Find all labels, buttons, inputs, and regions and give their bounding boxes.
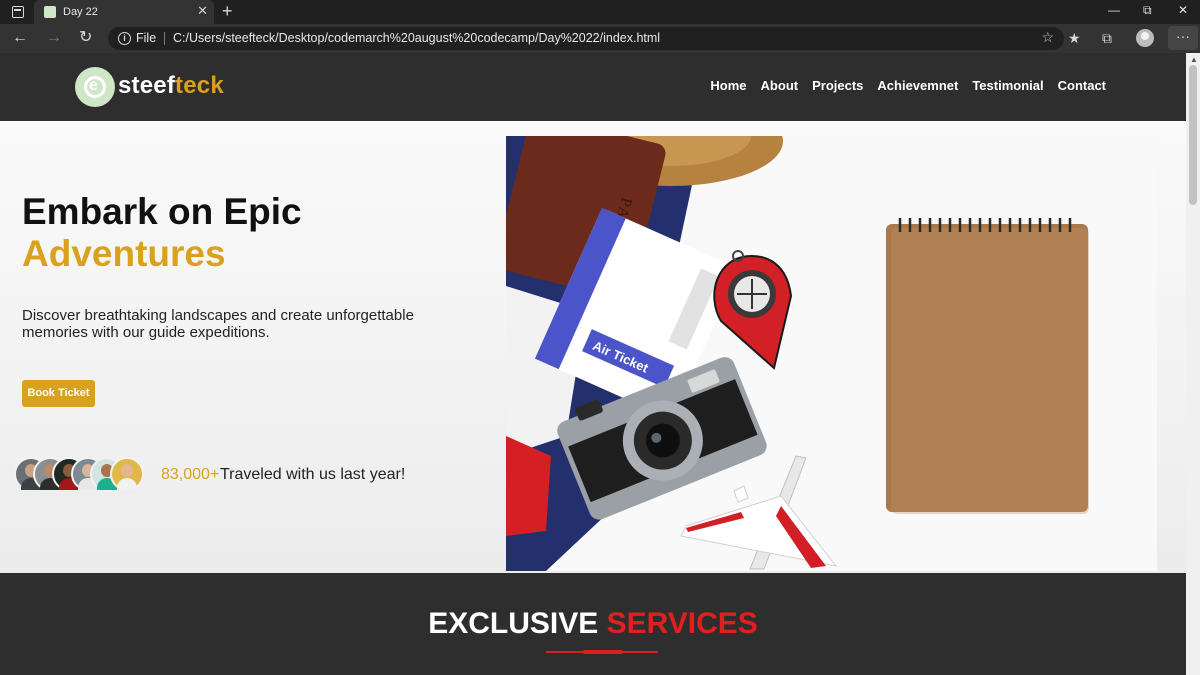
book-ticket-button[interactable]: Book Ticket	[22, 380, 95, 407]
nav-contact[interactable]: Contact	[1058, 78, 1106, 93]
main-nav: Home About Projects Achievemnet Testimon…	[710, 78, 1106, 93]
hero-title: Embark on Epic	[22, 191, 302, 232]
close-window-icon[interactable]: ✕	[1178, 3, 1188, 17]
hero-image: PASSPORT Air Ticket	[506, 136, 1157, 571]
avatar	[110, 457, 144, 491]
scroll-up-icon[interactable]: ▲	[1190, 55, 1198, 64]
hero-description: Discover breathtaking landscapes and cre…	[22, 307, 414, 341]
new-tab-button[interactable]: +	[222, 2, 233, 20]
services-divider-accent	[583, 650, 623, 654]
page-viewport: e steefteck Home About Projects Achievem…	[0, 53, 1186, 675]
logo-text-part2: teck	[175, 72, 224, 99]
info-icon[interactable]: i	[118, 32, 131, 45]
minimize-icon[interactable]: —	[1108, 3, 1120, 17]
forward-icon[interactable]: →	[46, 29, 62, 47]
hero-title-highlight: Adventures	[22, 233, 226, 274]
nav-about[interactable]: About	[761, 78, 799, 93]
browser-tabstrip: Day 22 ✕ + — ⧉ ✕	[0, 0, 1200, 24]
back-icon[interactable]: ←	[12, 29, 28, 47]
logo-text-part1: steef	[118, 72, 176, 99]
nav-achievement[interactable]: Achievemnet	[877, 78, 958, 93]
tab-favicon-icon	[44, 6, 56, 18]
logo-icon[interactable]: e	[75, 67, 115, 107]
url-separator	[164, 32, 165, 45]
page-scrollbar[interactable]: ▲	[1186, 53, 1200, 675]
refresh-icon[interactable]: ↻	[79, 29, 92, 47]
nav-home[interactable]: Home	[710, 78, 746, 93]
services-section: EXCLUSIVE SERVICES	[0, 573, 1186, 675]
url-text[interactable]: C:/Users/steefteck/Desktop/codemarch%20a…	[173, 31, 660, 45]
restore-icon[interactable]: ⧉	[1143, 3, 1152, 18]
settings-menu-button[interactable]: ···	[1168, 26, 1198, 50]
tab-close-button[interactable]: ✕	[197, 4, 208, 18]
services-title-part2: SERVICES	[606, 607, 758, 640]
collections-icon[interactable]: ⧉	[1102, 29, 1112, 47]
browser-toolbar: ← → ↻ i File C:/Users/steefteck/Desktop/…	[0, 24, 1200, 53]
services-title: EXCLUSIVE SERVICES	[0, 607, 1186, 641]
tab-title: Day 22	[63, 6, 98, 18]
traveler-count-label: Traveled with us last year!	[220, 466, 406, 483]
scroll-thumb[interactable]	[1189, 65, 1197, 205]
profile-avatar[interactable]	[1136, 29, 1154, 47]
browser-tab[interactable]: Day 22 ✕	[34, 0, 214, 24]
services-title-part1: EXCLUSIVE	[428, 607, 599, 640]
nav-projects[interactable]: Projects	[812, 78, 863, 93]
nav-testimonial[interactable]: Testimonial	[972, 78, 1043, 93]
window-menu-icon[interactable]	[12, 6, 24, 18]
url-scheme-label: File	[136, 31, 157, 45]
add-favorite-icon[interactable]: ☆	[1041, 29, 1054, 46]
site-logo[interactable]: steefteck	[118, 72, 224, 100]
traveler-count: 83,000+	[161, 466, 220, 483]
travel-flatlay-illustration: PASSPORT Air Ticket	[506, 136, 1157, 571]
hero-section: Embark on Epic Adventures Discover breat…	[0, 121, 1186, 573]
address-bar[interactable]: i File C:/Users/steefteck/Desktop/codema…	[108, 27, 1064, 50]
site-header: e steefteck Home About Projects Achievem…	[0, 53, 1186, 121]
favorites-icon[interactable]: ★	[1068, 29, 1081, 47]
